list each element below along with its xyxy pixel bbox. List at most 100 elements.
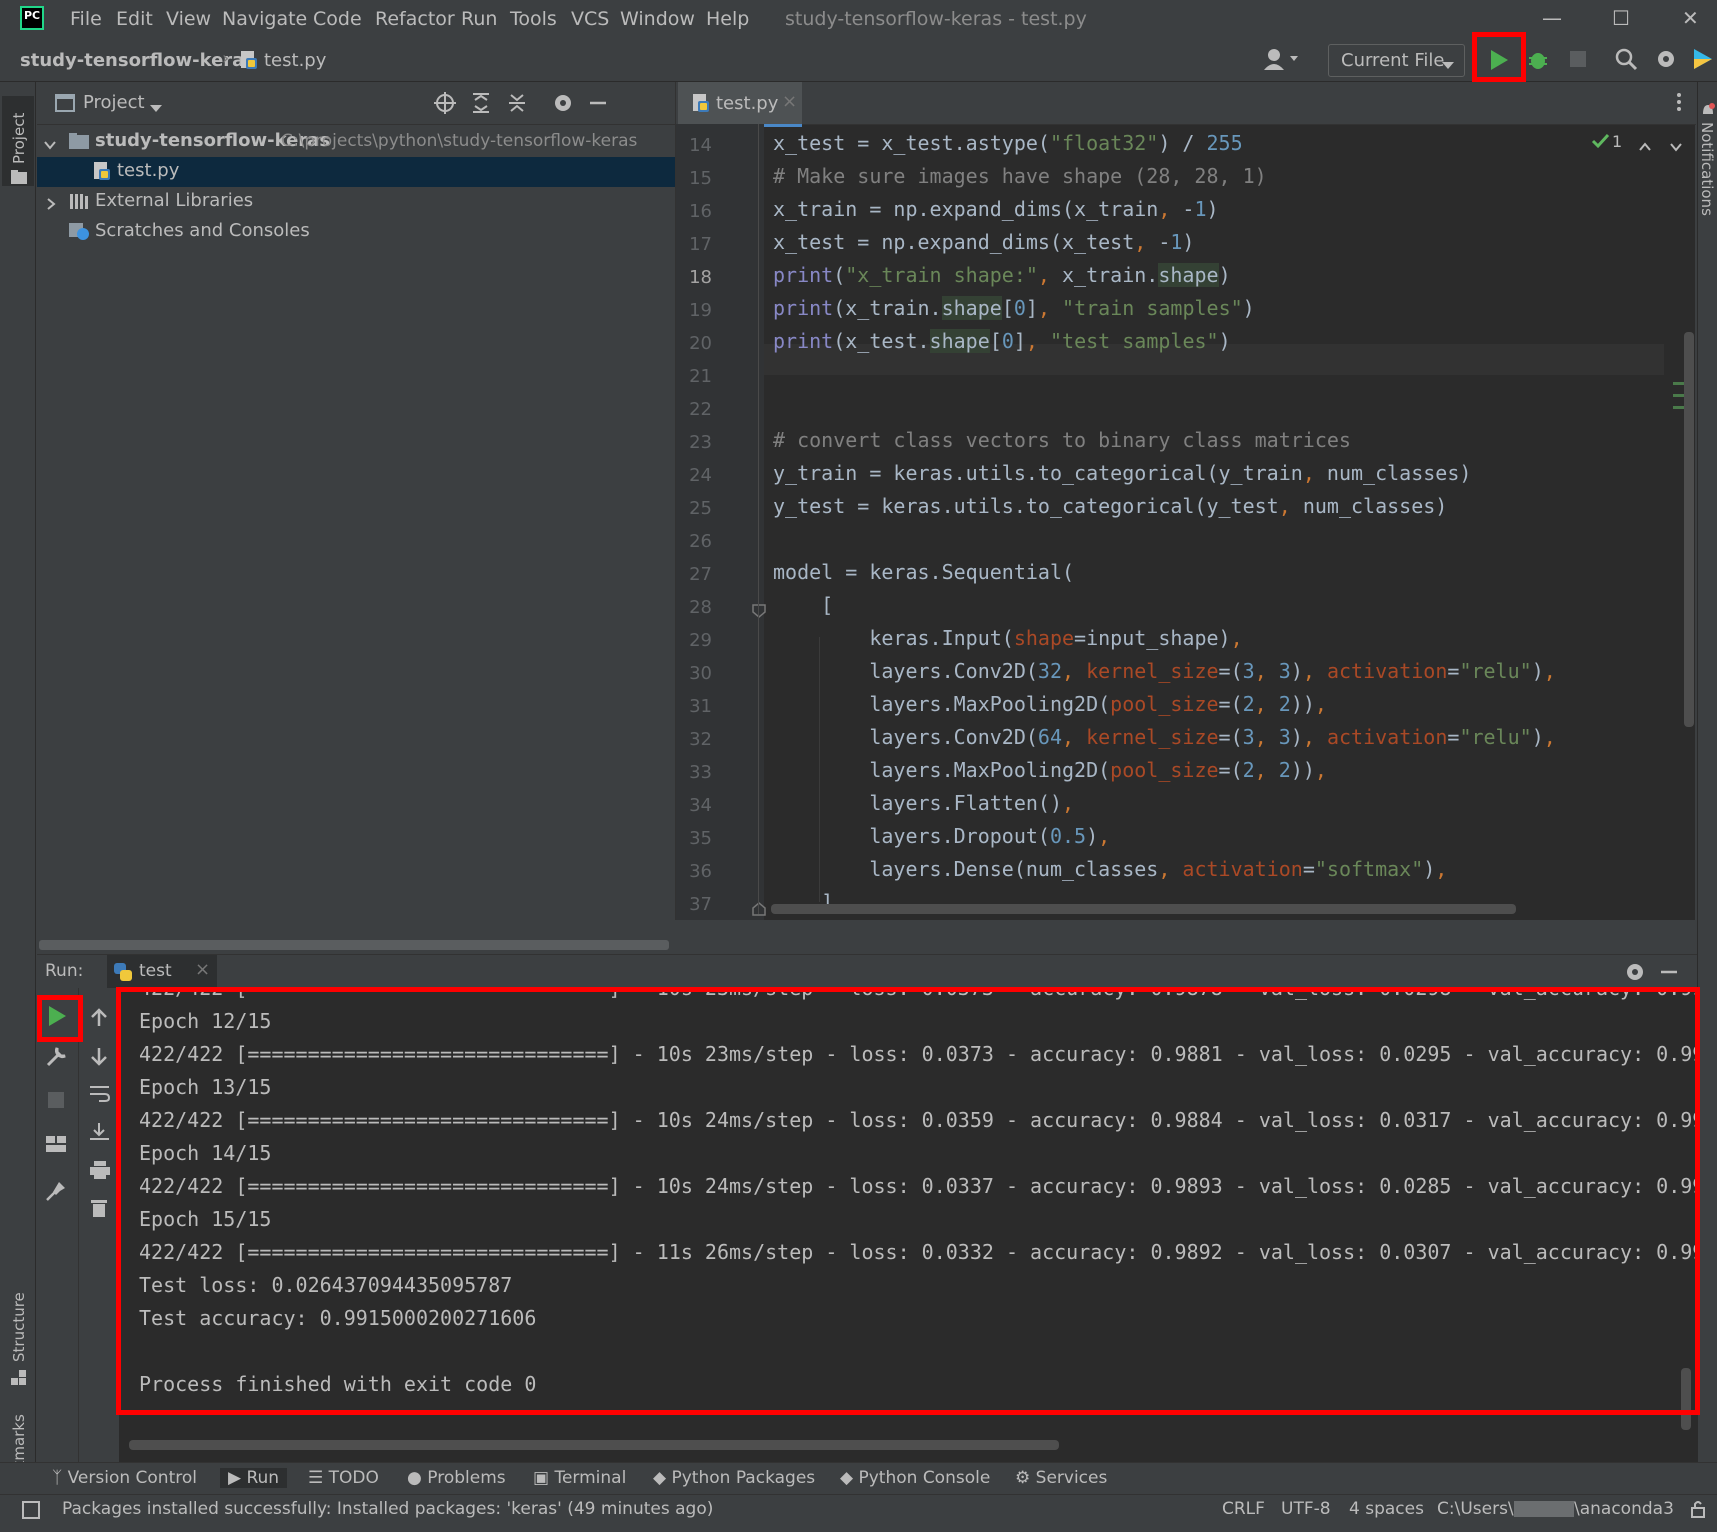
run-configuration-select[interactable]: Current File (1328, 44, 1465, 77)
code-line[interactable]: layers.MaxPooling2D(pool_size=(2, 2)), (773, 758, 1327, 782)
inspection-count[interactable]: 1 (1612, 132, 1622, 151)
layout-icon[interactable] (45, 1134, 67, 1159)
collapse-all-icon[interactable] (507, 92, 527, 119)
hide-panel-icon[interactable] (1659, 961, 1679, 988)
settings-gear-icon[interactable] (1654, 47, 1678, 76)
notifications-icon[interactable] (1700, 102, 1716, 123)
chevron-up-icon[interactable] (1638, 136, 1652, 157)
menu-help[interactable]: Help (706, 8, 749, 30)
menu-edit[interactable]: Edit (116, 8, 153, 30)
arrow-down-icon[interactable] (89, 1046, 109, 1071)
close-tab-icon[interactable]: × (782, 91, 797, 112)
close-tab-icon[interactable]: × (195, 959, 210, 980)
code-line[interactable]: layers.Dense(num_classes, activation="so… (773, 857, 1447, 881)
debug-icon[interactable] (1527, 47, 1549, 76)
code-line[interactable]: # convert class vectors to binary class … (773, 428, 1351, 452)
status-message[interactable]: Packages installed successfully: Install… (62, 1499, 713, 1519)
fold-marker-icon[interactable] (752, 602, 766, 623)
tab-test-py[interactable]: test.py × (678, 82, 802, 127)
indent-setting[interactable]: 4 spaces (1349, 1499, 1424, 1519)
pycharm-logo-icon[interactable] (20, 6, 44, 30)
menu-tools[interactable]: Tools (510, 8, 557, 30)
horizontal-scrollbar[interactable] (771, 904, 1516, 914)
code-line[interactable]: [ (773, 593, 833, 617)
close-icon[interactable]: ✕ (1682, 6, 1699, 30)
settings-gear-icon[interactable] (1624, 961, 1646, 988)
menu-navigate[interactable]: Navigate (222, 8, 307, 30)
vertical-scrollbar[interactable] (1684, 332, 1694, 727)
menu-run[interactable]: Run (461, 8, 497, 30)
code-line[interactable]: y_test = keras.utils.to_categorical(y_te… (773, 494, 1447, 518)
more-options-icon[interactable] (1676, 92, 1682, 117)
tree-item-external-libraries[interactable]: External Libraries (37, 187, 675, 217)
code-line[interactable]: print(x_train.shape[0], "train samples") (773, 296, 1255, 320)
wrench-icon[interactable] (45, 1044, 69, 1073)
tool-window-python-console[interactable]: ◆ Python Console (840, 1468, 990, 1488)
code-line[interactable]: x_test = np.expand_dims(x_test, -1) (773, 230, 1194, 254)
settings-gear-icon[interactable] (552, 92, 574, 119)
code-line[interactable]: x_train = np.expand_dims(x_train, -1) (773, 197, 1219, 221)
tool-window-python-packages[interactable]: ◆ Python Packages (653, 1468, 815, 1488)
notifications-tool-button[interactable]: Notifications (1698, 122, 1716, 216)
minimize-icon[interactable]: — (1542, 6, 1562, 30)
expand-all-icon[interactable] (471, 92, 491, 119)
menu-file[interactable]: File (70, 8, 102, 30)
code-with-me-icon[interactable] (1692, 47, 1714, 76)
breadcrumb-project[interactable]: study-tensorflow-keras (20, 50, 255, 71)
code-line[interactable]: keras.Input(shape=input_shape), (773, 626, 1242, 650)
tree-item-test-py[interactable]: test.py (37, 157, 675, 187)
project-tool-button[interactable]: Project (2, 96, 34, 186)
horizontal-scrollbar[interactable] (129, 1440, 1059, 1450)
toggle-tool-windows-icon[interactable] (22, 1501, 40, 1524)
tree-item-project-root[interactable]: study-tensorflow-keras C:\projects\pytho… (37, 127, 675, 157)
menu-window[interactable]: Window (620, 8, 695, 30)
code-line[interactable]: x_test = x_test.astype("float32") / 255 (773, 131, 1243, 155)
code-line[interactable]: layers.Conv2D(32, kernel_size=(3, 3), ac… (773, 659, 1555, 683)
code-line[interactable]: y_train = keras.utils.to_categorical(y_t… (773, 461, 1471, 485)
menu-vcs[interactable]: VCS (571, 8, 609, 30)
stop-icon[interactable] (46, 1090, 66, 1115)
tool-window-services[interactable]: ⚙ Services (1015, 1468, 1107, 1488)
tool-window-run[interactable]: ▶ Run (220, 1468, 288, 1488)
tree-item-scratches[interactable]: Scratches and Consoles (37, 217, 675, 247)
chevron-down-icon[interactable] (1669, 136, 1683, 157)
tool-window-problems[interactable]: ● Problems (407, 1468, 506, 1488)
tool-window-version-control[interactable]: ᛉ Version Control (52, 1468, 197, 1488)
arrow-up-icon[interactable] (89, 1008, 109, 1033)
code-line[interactable]: # Make sure images have shape (28, 28, 1… (773, 164, 1267, 188)
code-line[interactable]: print("x_train shape:", x_train.shape) (773, 263, 1231, 287)
lock-icon[interactable] (1690, 1500, 1706, 1523)
breadcrumb-file[interactable]: test.py (264, 50, 326, 71)
code-line[interactable]: layers.Conv2D(64, kernel_size=(3, 3), ac… (773, 725, 1555, 749)
code-line[interactable]: layers.Dropout(0.5), (773, 824, 1110, 848)
tool-window-todo[interactable]: ☰ TODO (308, 1468, 379, 1488)
chevron-down-icon[interactable] (43, 135, 57, 156)
scroll-to-end-icon[interactable] (89, 1122, 111, 1147)
print-icon[interactable] (89, 1160, 111, 1185)
user-account-icon[interactable] (1262, 46, 1302, 72)
file-encoding[interactable]: UTF-8 (1281, 1499, 1331, 1519)
soft-wrap-icon[interactable] (89, 1084, 111, 1109)
horizontal-scrollbar[interactable] (39, 940, 669, 950)
inspection-ok-icon[interactable] (1591, 132, 1611, 155)
maximize-icon[interactable]: ☐ (1612, 6, 1630, 30)
locate-file-icon[interactable] (434, 92, 456, 119)
code-line[interactable]: print(x_test.shape[0], "test samples") (773, 329, 1231, 353)
code-line[interactable]: model = keras.Sequential( (773, 560, 1074, 584)
chevron-right-icon[interactable] (45, 195, 57, 216)
run-tab-test[interactable]: test × (107, 955, 217, 989)
stop-icon[interactable] (1568, 49, 1588, 74)
pin-icon[interactable] (45, 1180, 67, 1207)
fold-marker-icon[interactable] (752, 900, 766, 921)
project-view-title[interactable]: Project (83, 92, 145, 113)
menu-view[interactable]: View (166, 8, 211, 30)
interpreter-suffix[interactable]: \anaconda3 (1574, 1499, 1674, 1519)
hide-panel-icon[interactable] (588, 92, 608, 119)
menu-refactor[interactable]: Refactor (375, 8, 455, 30)
trash-icon[interactable] (90, 1198, 108, 1223)
interpreter-prefix[interactable]: C:\Users\ (1437, 1499, 1514, 1519)
search-icon[interactable] (1614, 47, 1638, 76)
line-separator[interactable]: CRLF (1222, 1499, 1265, 1519)
code-line[interactable]: layers.MaxPooling2D(pool_size=(2, 2)), (773, 692, 1327, 716)
chevron-down-icon[interactable] (149, 98, 163, 119)
